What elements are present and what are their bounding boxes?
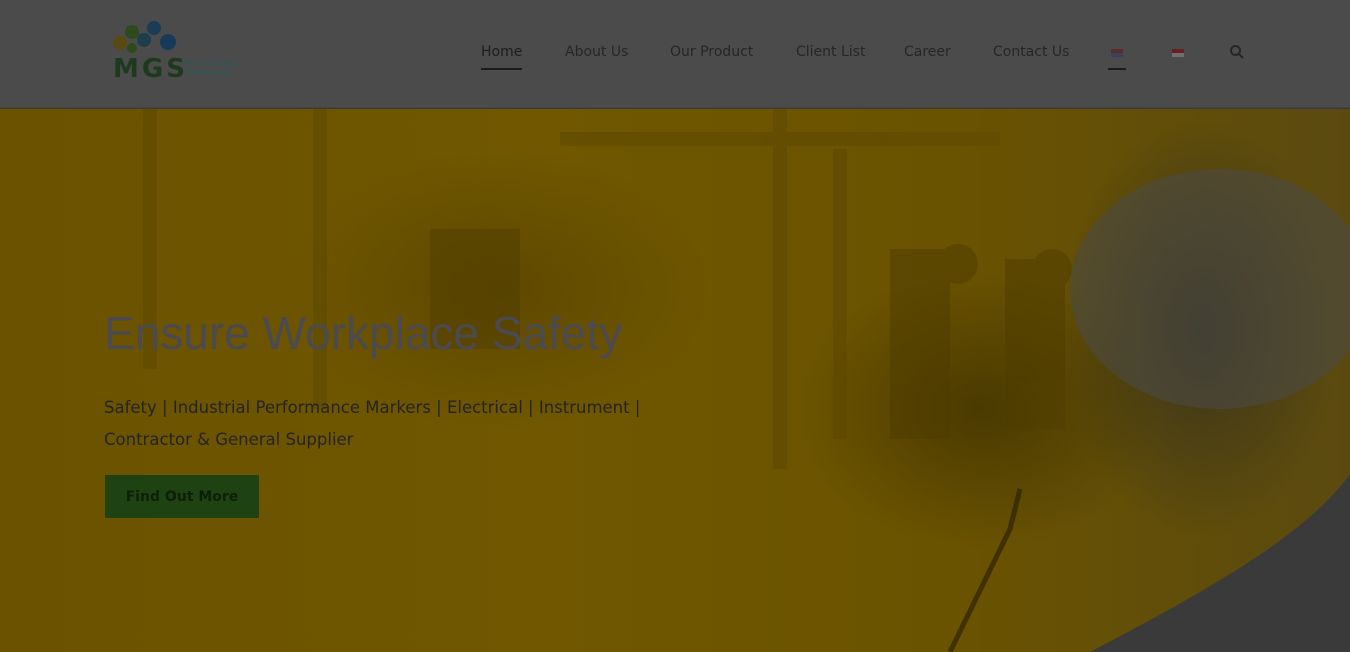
- language-active-underline: [1108, 68, 1126, 70]
- hero-title: Ensure Workplace Safety: [104, 307, 623, 359]
- nav-item-about-us[interactable]: About Us: [565, 42, 628, 62]
- hero-section: Ensure Workplace Safety Safety | Industr…: [0, 109, 1350, 652]
- search-icon[interactable]: [1229, 44, 1245, 60]
- hero-curve-decoration: [1090, 474, 1350, 652]
- flag-id-icon[interactable]: [1172, 49, 1184, 57]
- nav-item-client-list[interactable]: Client List: [796, 42, 865, 62]
- logo-mark-icon: [113, 21, 176, 53]
- nav-item-our-product[interactable]: Our Product: [670, 42, 753, 62]
- find-out-more-button[interactable]: Find Out More: [105, 475, 259, 518]
- logo-subtext: MULTIGLOBAL SAFETINDO: [184, 59, 240, 77]
- hero-subtitle: Safety | Industrial Performance Markers …: [104, 398, 641, 449]
- logo-text: MGS: [113, 54, 188, 84]
- site-logo[interactable]: MGS MULTIGLOBAL SAFETINDO: [110, 18, 255, 84]
- nav-item-career[interactable]: Career: [904, 42, 951, 62]
- nav-item-contact-us[interactable]: Contact Us: [993, 42, 1069, 62]
- nav-item-home[interactable]: Home: [481, 42, 523, 70]
- site-header: MGS MULTIGLOBAL SAFETINDO Home About Us …: [0, 0, 1350, 108]
- flag-en-icon[interactable]: [1111, 49, 1123, 57]
